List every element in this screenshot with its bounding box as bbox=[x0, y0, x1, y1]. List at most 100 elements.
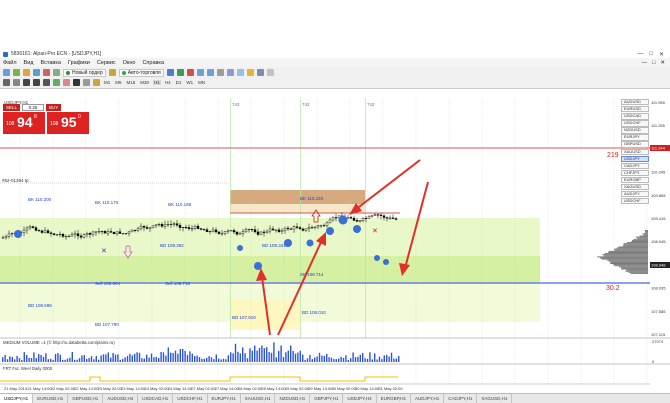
terminal-icon[interactable] bbox=[43, 69, 50, 77]
symbol-button-audusd[interactable]: AUDUSD bbox=[621, 99, 649, 106]
chart-tab[interactable]: EURGBP,H1 bbox=[377, 394, 412, 403]
minimize-button[interactable]: — bbox=[637, 51, 643, 58]
menu-help[interactable]: Справка bbox=[142, 60, 164, 66]
menu-charts[interactable]: Графики bbox=[68, 60, 90, 66]
tf-m1[interactable]: M1 bbox=[103, 80, 111, 85]
chart-tab[interactable]: USDCHF,H1 bbox=[173, 394, 208, 403]
sell-price-box[interactable]: 108 94 8 bbox=[3, 112, 45, 134]
trendline-icon[interactable] bbox=[43, 78, 50, 86]
symbol-button-usdcad[interactable]: USDCAD bbox=[621, 113, 649, 120]
tf-m30[interactable]: M30 bbox=[139, 80, 150, 85]
profile-bar bbox=[621, 268, 648, 270]
chart-tab[interactable]: XAUUSD,H1 bbox=[241, 394, 276, 403]
chart-tab[interactable]: AUDJPY,H1 bbox=[411, 394, 445, 403]
buy-price-box[interactable]: 108 95 0 bbox=[47, 112, 89, 134]
child-maximize-button[interactable]: □ bbox=[652, 60, 655, 66]
symbol-button-eurgbp[interactable]: EURGBP bbox=[621, 176, 649, 184]
child-close-button[interactable]: ✕ bbox=[660, 60, 665, 66]
symbol-button-xagusd[interactable]: XAGUSD bbox=[621, 183, 649, 191]
tf-h1[interactable]: H1 bbox=[153, 79, 161, 85]
indicators-icon[interactable] bbox=[246, 69, 254, 77]
symbol-button-usdchf[interactable]: USDCHF bbox=[621, 120, 649, 127]
text-icon[interactable] bbox=[73, 78, 80, 86]
tf-m5[interactable]: M5 bbox=[114, 80, 122, 85]
zoom-out-icon[interactable] bbox=[206, 69, 214, 77]
new-chart-icon[interactable] bbox=[3, 69, 10, 77]
tf-h4[interactable]: H4 bbox=[164, 80, 172, 85]
chart-shift-icon[interactable] bbox=[236, 69, 244, 77]
symbol-button-eurjpy[interactable]: EURJPY bbox=[621, 134, 649, 141]
new-order-button[interactable]: Новый ордер bbox=[63, 68, 106, 77]
tf-mn[interactable]: MN bbox=[197, 80, 206, 85]
symbol-button-nzdusd[interactable]: NZDUSD bbox=[621, 127, 649, 134]
zoom-in-icon[interactable] bbox=[196, 69, 204, 77]
child-minimize-button[interactable]: — bbox=[642, 60, 648, 66]
profiles-icon[interactable] bbox=[13, 69, 20, 77]
autoscroll-icon[interactable] bbox=[226, 69, 234, 77]
close-button[interactable]: ✕ bbox=[659, 51, 664, 58]
meta-editor-icon[interactable] bbox=[108, 69, 116, 77]
candle-body bbox=[211, 229, 215, 232]
price-chart[interactable]: ✕ ✕ BK 110.200 BK 110.170 BK 110.188 BD … bbox=[0, 89, 670, 393]
symbol-button-cadjpy[interactable]: CADJPY bbox=[621, 162, 649, 170]
candle-body bbox=[376, 214, 380, 216]
volume-bar bbox=[59, 354, 61, 362]
candle-body bbox=[358, 220, 362, 222]
sell-button[interactable]: SELL bbox=[3, 103, 21, 111]
symbol-button-eurusd[interactable]: EURUSD bbox=[621, 106, 649, 113]
vertical-line-icon[interactable] bbox=[23, 78, 30, 86]
tf-d1[interactable]: D1 bbox=[175, 80, 183, 85]
buy-button[interactable]: BUY bbox=[46, 103, 62, 111]
symbol-button-chfjpy[interactable]: CHFJPY bbox=[621, 169, 649, 177]
tf-w1[interactable]: W1 bbox=[185, 80, 194, 85]
label-icon[interactable] bbox=[83, 78, 90, 86]
menu-view[interactable]: Вид bbox=[24, 60, 34, 66]
chart-tab[interactable]: GBPJPY,H1 bbox=[310, 394, 344, 403]
crosshair-icon[interactable] bbox=[13, 78, 20, 86]
symbol-button-xauusd[interactable]: XAUUSD bbox=[621, 148, 649, 155]
menu-insert[interactable]: Вставка bbox=[40, 60, 60, 66]
chart-tab[interactable]: NZDUSD,H1 bbox=[275, 394, 311, 403]
symbol-button-gbpusd[interactable]: GBPUSD bbox=[621, 141, 649, 148]
chart-tab[interactable]: EURJPY,H1 bbox=[208, 394, 241, 403]
toolbar-row-2: M1 M5 M15 M30 H1 H4 D1 W1 MN bbox=[3, 78, 667, 87]
symbol-button-usdchf[interactable]: USDCHF bbox=[621, 198, 649, 205]
fibonacci-icon[interactable] bbox=[63, 78, 70, 86]
periods-icon[interactable] bbox=[256, 69, 264, 77]
tf-m15[interactable]: M15 bbox=[126, 80, 137, 85]
chart-tab[interactable]: AUDUSD,H4 bbox=[103, 394, 139, 403]
one-click-trading-panel: SELL 0.25 BUY 108 94 8 108 95 0 bbox=[3, 103, 93, 135]
volume-bar bbox=[33, 352, 35, 362]
chart-tab[interactable]: USDJPY,H4 bbox=[343, 394, 377, 403]
symbol-button-usdjpy[interactable]: USDJPY bbox=[621, 155, 649, 163]
arrows-icon[interactable] bbox=[93, 78, 100, 86]
candles-icon[interactable] bbox=[176, 69, 184, 77]
horizontal-line-icon[interactable] bbox=[33, 78, 40, 86]
chart-tab[interactable]: GBPUSD,H1 bbox=[68, 394, 104, 403]
cursor-icon[interactable] bbox=[3, 78, 10, 86]
tile-windows-icon[interactable] bbox=[216, 69, 224, 77]
menu-tools[interactable]: Сервис bbox=[97, 60, 116, 66]
market-watch-icon[interactable] bbox=[23, 69, 30, 77]
profile-bar bbox=[608, 250, 648, 252]
tester-icon[interactable] bbox=[53, 69, 60, 77]
chart-tab[interactable]: XAGUSD,H1 bbox=[477, 394, 513, 403]
menu-window[interactable]: Окно bbox=[123, 60, 136, 66]
autotrading-button[interactable]: Авто-торговля bbox=[118, 68, 164, 77]
chart-tab[interactable]: CADJPY,H1 bbox=[444, 394, 478, 403]
volume-bar bbox=[21, 359, 23, 362]
profile-bar bbox=[622, 245, 648, 247]
templates-icon[interactable] bbox=[266, 69, 274, 77]
lots-input[interactable]: 0.25 bbox=[22, 103, 45, 111]
line-chart-icon[interactable] bbox=[186, 69, 194, 77]
menu-file[interactable]: Файл bbox=[3, 60, 17, 66]
chart-tab[interactable]: USDJPY,H1 bbox=[0, 394, 34, 403]
maximize-button[interactable]: □ bbox=[649, 51, 653, 58]
volume-bar bbox=[316, 356, 318, 362]
navigator-icon[interactable] bbox=[33, 69, 40, 77]
channel-icon[interactable] bbox=[53, 78, 60, 86]
chart-tab[interactable]: EURUSD,H1 bbox=[33, 394, 69, 403]
symbol-button-audjpy[interactable]: AUDJPY bbox=[621, 191, 649, 198]
chart-tab[interactable]: USDCAD,H1 bbox=[138, 394, 174, 403]
bar-chart-icon[interactable] bbox=[166, 69, 174, 77]
